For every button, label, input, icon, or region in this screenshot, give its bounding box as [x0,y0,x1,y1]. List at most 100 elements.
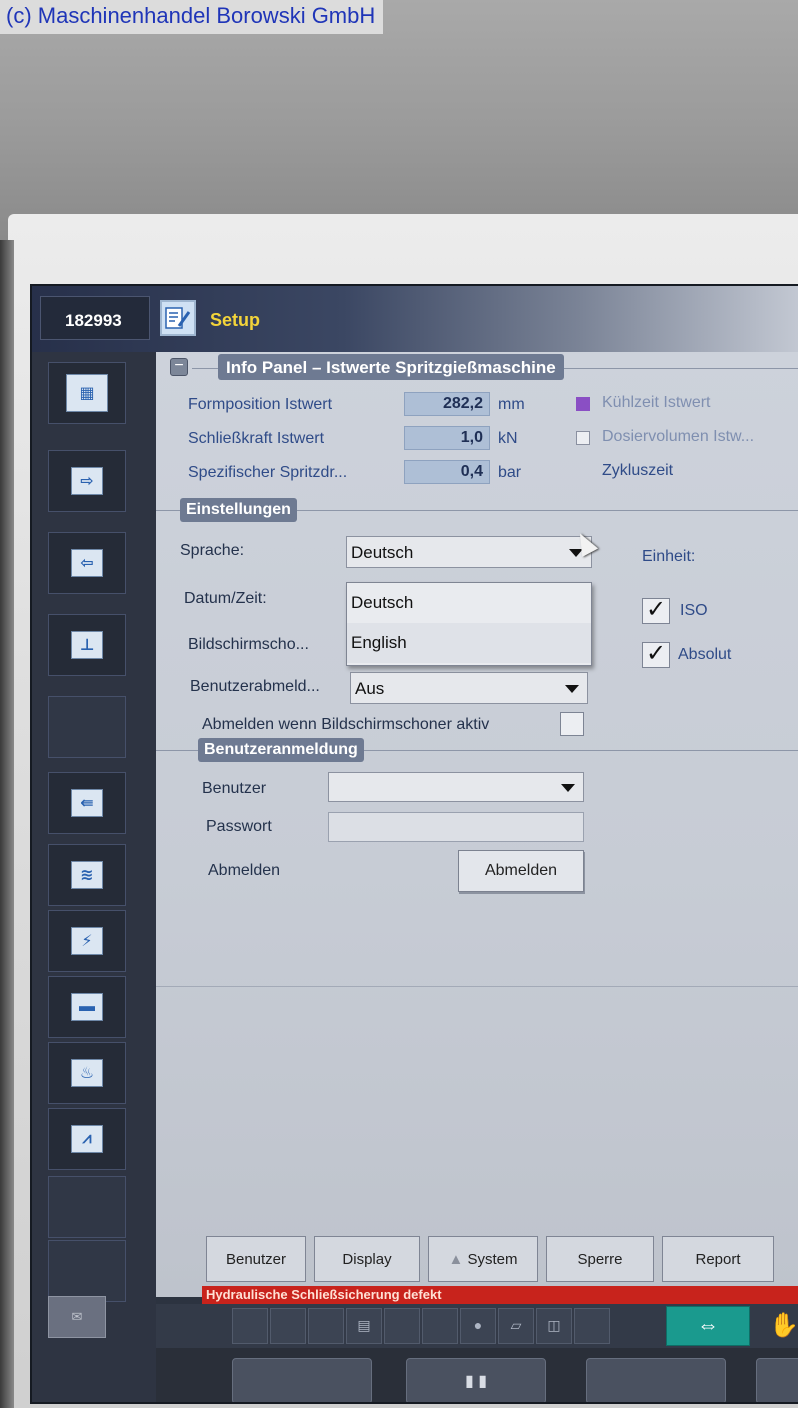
iso-checkbox[interactable]: ✓ [642,598,670,624]
temperature-icon: ♨ [71,1059,103,1087]
benutzerabmeldung-label: Benutzerabmeld... [190,678,320,695]
tab-report[interactable]: Report [662,1236,774,1282]
dosing-icon: ⚡ [71,927,103,955]
ejector-icon: ⊥ [71,631,103,659]
sprache-dropdown: Deutsch English [346,582,592,666]
benutzer-label: Benutzer [202,780,267,797]
sidebar-dosing[interactable]: ⚡ [48,910,126,972]
sidebar-machine-overview[interactable]: ▦ [48,362,126,424]
injection-icon: ⇚ [71,789,103,817]
passwort-field[interactable] [328,812,584,842]
chevron-down-icon [561,784,575,792]
hardware-key-1[interactable] [232,1358,372,1402]
manual-mode-hand-icon[interactable]: ✋ [756,1306,798,1346]
function-cell-2[interactable] [270,1308,306,1344]
sidebar-injection[interactable]: ⇚ [48,772,126,834]
table-icon[interactable]: ◫ [536,1308,572,1344]
login-title: Benutzeranmeldung [198,738,364,762]
spritzdruck-label: Spezifischer Spritzdr... [188,464,348,481]
nozzle-icon: ▬ [71,993,103,1021]
sidebar-mold-close[interactable]: ⇨ [48,450,126,512]
bezel-shadow [0,240,14,1408]
sidebar: ▦ ⇨ ⇦ ⊥ ⇚ ≋ ⚡ ▬ ♨ ⩘ [32,352,156,1402]
main-panel: − Info Panel – Istwerte Spritzgießmaschi… [156,352,798,1297]
abmelden-label: Abmelden [208,862,281,879]
sidebar-empty-slot-2 [48,1176,126,1238]
sidebar-temperature[interactable]: ♨ [48,1042,126,1104]
sprache-label: Sprache: [180,542,245,559]
abmelden-schoner-checkbox[interactable] [560,712,584,736]
dropdown-option-deutsch[interactable]: Deutsch [347,583,591,623]
sidebar-ejector[interactable]: ⊥ [48,614,126,676]
dropdown-option-english[interactable]: English [347,623,591,663]
legend-dosiervolumen[interactable]: Dosiervolumen Istw... [602,428,754,446]
tab-benutzer[interactable]: Benutzer [206,1236,306,1282]
page-title: Setup [210,310,261,330]
spritzdruck-unit: bar [498,464,522,481]
sidebar-process-graph[interactable]: ⩘ [48,1108,126,1170]
grid-icon[interactable]: ▤ [346,1308,382,1344]
settings-title: Einstellungen [180,498,297,522]
benutzerabmeldung-select[interactable]: Aus [350,672,588,704]
schliesskraft-value: 1,0 [404,426,490,450]
active-mode-icon[interactable]: ⇔ [666,1306,750,1346]
mold-close-icon: ⇨ [71,467,103,495]
sidebar-nozzle[interactable]: ▬ [48,976,126,1038]
content-divider [156,986,798,987]
datum-zeit-label: Datum/Zeit: [184,590,267,607]
abmelden-button[interactable]: Abmelden [458,850,584,892]
sidebar-mold-open[interactable]: ⇦ [48,532,126,594]
passwort-label: Passwort [206,818,272,835]
dot-icon[interactable]: ● [460,1308,496,1344]
alarm-icon[interactable]: ✉ [48,1296,106,1338]
machine-id: 182993 [40,296,150,340]
sidebar-holding-pressure[interactable]: ≋ [48,844,126,906]
hardware-key-4[interactable] [756,1358,798,1402]
chevron-down-icon [565,685,579,693]
absolut-label: Absolut [678,646,732,663]
info-panel-title: Info Panel – Istwerte Spritzgießmaschine [218,354,564,380]
tab-sperre[interactable]: Sperre [546,1236,654,1282]
hardware-key-3[interactable] [586,1358,726,1402]
triangle-up-icon: ▲ [448,1251,468,1268]
legend-swatch-kuehlzeit [576,397,590,411]
benutzer-select[interactable] [328,772,584,802]
watermark: (c) Maschinenhandel Borowski GmbH [0,0,384,34]
formposition-value: 282,2 [404,392,490,416]
mold-open-icon: ⇦ [71,549,103,577]
collapse-button[interactable]: − [170,358,188,376]
function-cell-5[interactable] [384,1308,420,1344]
hardware-key-mold-icons[interactable]: ▮ ▮ [406,1358,546,1402]
legend-swatch-dosiervolumen [576,431,590,445]
legend-zykluszeit[interactable]: Zykluszeit [602,462,673,480]
legend-kuehlzeit[interactable]: Kühlzeit Istwert [602,394,710,412]
hmi-screen: 182993 Setup ▦ ⇨ ⇦ ⊥ ⇚ ≋ ⚡ ▬ ♨ ⩘ − Info … [30,284,798,1404]
schliesskraft-label: Schließkraft Istwert [188,430,325,447]
tab-system[interactable]: ▲ System [428,1236,538,1282]
einheit-label: Einheit: [642,548,696,565]
bildschirmschoner-label: Bildschirmscho... [188,636,309,653]
machine-icon[interactable]: ▱ [498,1308,534,1344]
benutzerabmeldung-value: Aus [355,679,385,698]
formposition-unit: mm [498,396,525,413]
formposition-label: Formposition Istwert [188,396,333,413]
setup-icon[interactable] [160,300,196,336]
bottom-function-strip: ▤ ● ▱ ◫ ⇔ ✋ [156,1304,798,1348]
machine-overview-icon: ▦ [66,374,108,412]
sprache-select[interactable]: Deutsch [346,536,592,568]
absolut-checkbox[interactable]: ✓ [642,642,670,668]
function-cell-10[interactable] [574,1308,610,1344]
status-message: Hydraulische Schließsicherung defekt [202,1286,798,1304]
background-wall [0,0,798,240]
hardware-key-row: ▮ ▮ [156,1348,798,1402]
iso-label: ISO [680,602,708,619]
spritzdruck-value: 0,4 [404,460,490,484]
bottom-tab-row: Benutzer Display ▲ System Sperre Report [202,1236,798,1292]
sidebar-empty-slot [48,696,126,758]
tab-display[interactable]: Display [314,1236,420,1282]
abmelden-schoner-label: Abmelden wenn Bildschirmschoner aktiv [202,716,490,733]
function-cell-6[interactable] [422,1308,458,1344]
function-cell-1[interactable] [232,1308,268,1344]
function-cell-3[interactable] [308,1308,344,1344]
holding-pressure-icon: ≋ [71,861,103,889]
